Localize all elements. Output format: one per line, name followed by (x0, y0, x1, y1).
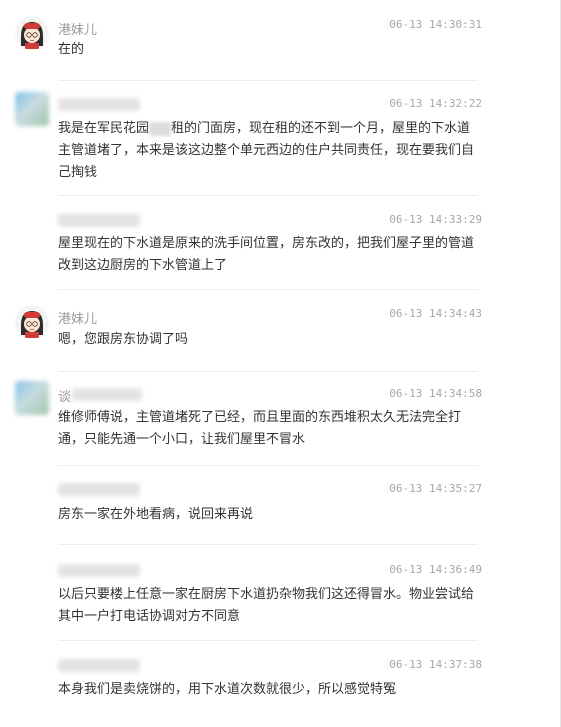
user-avatar[interactable] (15, 92, 49, 126)
sender-name-redacted (58, 214, 140, 227)
message-content: 以后只要楼上任意一家在厨房下水道扔杂物我们这还得冒水。物业尝试给其中一户打电话协… (58, 587, 475, 624)
message-time: 06-13 14:33:29 (389, 213, 482, 226)
message-divider (58, 544, 478, 545)
message-divider (58, 195, 478, 196)
message-time: 06-13 14:36:49 (389, 563, 482, 576)
sender-name-redacted (58, 483, 140, 496)
sender-name: 港妹儿 (58, 23, 98, 38)
sender-name-redacted (58, 564, 140, 577)
girl-avatar-icon (15, 16, 49, 50)
message-content: 本身我们是卖烧饼的，用下水道次数就很少，所以感觉特冤 (58, 682, 397, 697)
message-content: 屋里现在的下水道是原来的洗手间位置，房东改的，把我们屋子里的管道改到这边厨房的下… (58, 236, 475, 273)
message-divider (58, 371, 478, 372)
sender-name: 谈 (58, 390, 72, 405)
message-content: 我是在军民花园 租的门面房，现在租的还不到一个月，屋里的下水道主管道堵了，本来是该… (58, 118, 478, 184)
message-content: 维修师傅说，主管道堵死了已经，而且里面的东西堆积太久无法完全打通，只能先通一个小… (58, 410, 462, 447)
sender-name-redacted (72, 388, 142, 401)
message-time: 06-13 14:30:31 (389, 18, 482, 31)
sender-name-redacted (58, 98, 140, 111)
message-time: 06-13 14:32:22 (389, 97, 482, 110)
message-content-part: 我是在军民花园 (58, 121, 150, 136)
message-time: 06-13 14:37:38 (389, 658, 482, 671)
message-divider (58, 465, 478, 466)
sender-name-redacted (58, 659, 140, 672)
message-content: 房东一家在外地看病，说回来再说 (58, 507, 254, 522)
message-content: 嗯，您跟房东协调了吗 (58, 332, 189, 347)
sender-name: 港妹儿 (58, 312, 98, 327)
message-time: 06-13 14:35:27 (389, 482, 482, 495)
message-time: 06-13 14:34:43 (389, 307, 482, 320)
message-content: 在的 (58, 42, 85, 57)
girl-avatar-icon (15, 305, 49, 339)
user-avatar[interactable] (15, 305, 49, 339)
redacted-text (149, 121, 172, 136)
message-divider (58, 80, 478, 81)
message-time: 06-13 14:34:58 (389, 387, 482, 400)
message-divider (58, 289, 478, 290)
user-avatar[interactable] (15, 381, 49, 415)
message-divider (58, 640, 478, 641)
user-avatar[interactable] (15, 16, 49, 50)
